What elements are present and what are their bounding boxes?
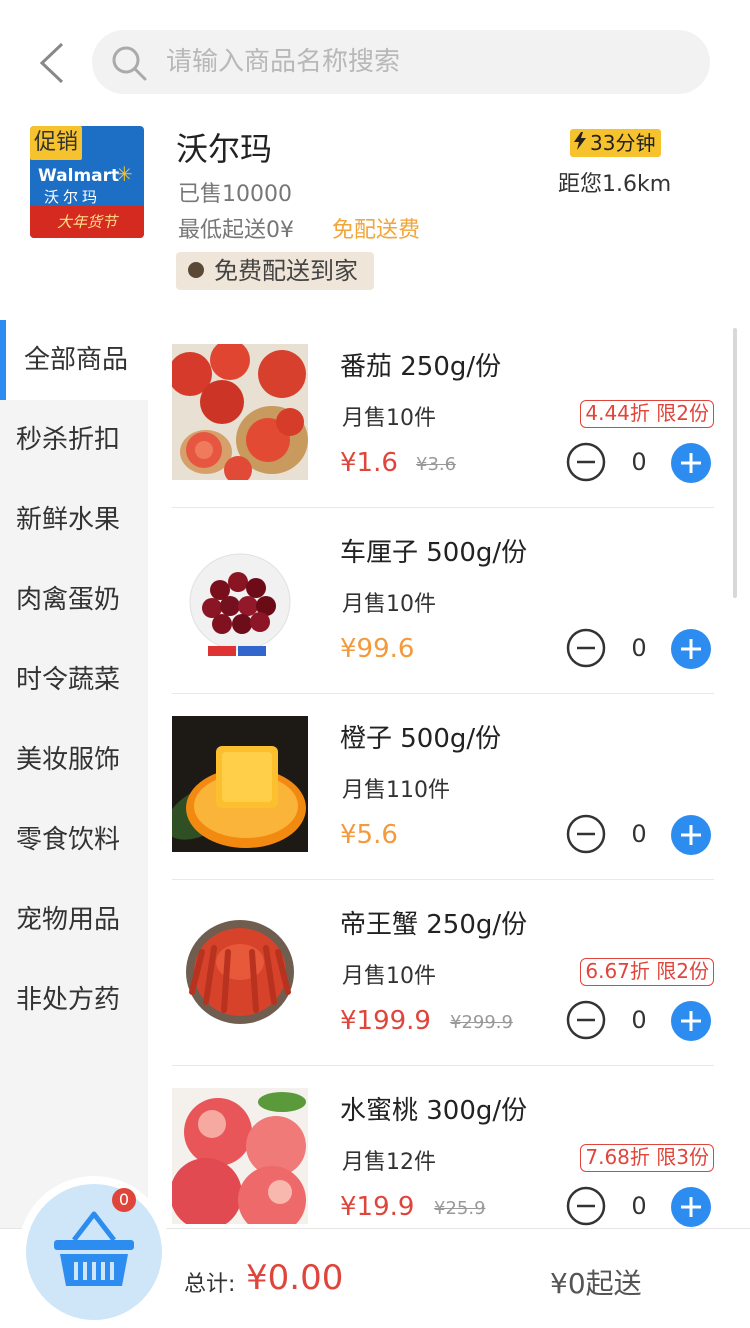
discount-tag: 4.44折 限2份 (580, 400, 714, 428)
increase-quantity-button[interactable] (670, 1186, 712, 1228)
discount-tag: 6.67折 限2份 (580, 958, 714, 986)
store-distance: 距您1.6km (558, 172, 672, 197)
search-icon (110, 44, 148, 82)
logo-brand-cn-text: 沃尔玛 (44, 188, 102, 206)
minus-icon (566, 1000, 606, 1040)
minus-icon (566, 628, 606, 668)
total-label: 总计: (184, 1272, 236, 1297)
cart-button[interactable] (18, 1176, 170, 1328)
cart-count-badge: 0 (112, 1188, 136, 1212)
decrease-quantity-button[interactable] (566, 628, 606, 668)
category-item-fruit[interactable]: 新鲜水果 (0, 480, 148, 560)
product-original-price: ¥3.6 (416, 454, 457, 475)
product-item[interactable]: 番茄 250g/份 月售10件 4.44折 限2份 ¥1.6 ¥3.6 0 (172, 322, 714, 508)
product-name: 橙子 500g/份 (340, 724, 502, 754)
plus-icon (671, 1001, 711, 1041)
basket-icon (54, 1211, 134, 1286)
discount-tag: 7.68折 限3份 (580, 1144, 714, 1172)
delivery-time-text: 33分钟 (590, 131, 656, 155)
king-crab-image (172, 902, 308, 1038)
decrease-quantity-button[interactable] (566, 814, 606, 854)
badge-icon (188, 262, 204, 278)
product-monthly-sales: 月售10件 (342, 964, 436, 989)
increase-quantity-button[interactable] (670, 628, 712, 670)
delivery-fee-label: 免配送费 (332, 218, 421, 243)
product-price: ¥99.6 (340, 634, 415, 664)
product-price: ¥199.9 (340, 1006, 431, 1036)
increase-quantity-button[interactable] (670, 814, 712, 856)
quantity-value: 0 (631, 448, 647, 476)
category-item-vegetables[interactable]: 时令蔬菜 (0, 640, 148, 720)
peach-image (172, 1088, 308, 1224)
plus-icon (671, 629, 711, 669)
product-monthly-sales: 月售12件 (342, 1150, 436, 1175)
product-monthly-sales: 月售10件 (342, 592, 436, 617)
product-name: 车厘子 500g/份 (340, 538, 528, 568)
product-original-price: ¥25.9 (434, 1198, 486, 1219)
plus-icon (671, 815, 711, 855)
plus-icon (671, 1187, 711, 1227)
orange-image (172, 716, 308, 852)
product-item[interactable]: 帝王蟹 250g/份 月售10件 6.67折 限2份 ¥199.9 ¥299.9… (172, 880, 714, 1066)
decrease-quantity-button[interactable] (566, 1000, 606, 1040)
category-item-meat-dairy[interactable]: 肉禽蛋奶 (0, 560, 148, 640)
logo-banner-text: 大年货节 (30, 206, 144, 238)
product-name: 番茄 250g/份 (340, 352, 502, 382)
product-item[interactable]: 车厘子 500g/份 月售10件 ¥99.6 0 (172, 508, 714, 694)
promo-tag: 促销 (30, 126, 83, 160)
free-delivery-text: 免费配送到家 (214, 257, 358, 285)
quantity-value: 0 (631, 1192, 647, 1220)
category-item-all[interactable]: 全部商品 (0, 320, 148, 400)
scrollbar[interactable] (733, 328, 737, 598)
lightning-icon (574, 129, 586, 157)
increase-quantity-button[interactable] (670, 1000, 712, 1042)
free-delivery-tag: 免费配送到家 (176, 252, 374, 290)
category-item-flash-sale[interactable]: 秒杀折扣 (0, 400, 148, 480)
category-item-otc-medicine[interactable]: 非处方药 (0, 960, 148, 1040)
minus-icon (566, 442, 606, 482)
cherry-image (172, 530, 308, 666)
store-logo: Walmart ✳ 沃尔玛 大年货节 促销 (30, 126, 144, 238)
minus-icon (566, 1186, 606, 1226)
search-bar[interactable]: 请输入商品名称搜索 (92, 30, 710, 94)
category-item-snacks-drinks[interactable]: 零食饮料 (0, 800, 148, 880)
search-input[interactable]: 请输入商品名称搜索 (166, 44, 400, 80)
quantity-value: 0 (631, 634, 647, 662)
walmart-spark-icon: ✳ (116, 162, 133, 186)
increase-quantity-button[interactable] (670, 442, 712, 484)
category-item-beauty-apparel[interactable]: 美妆服饰 (0, 720, 148, 800)
store-sold-count: 已售10000 (178, 182, 292, 207)
decrease-quantity-button[interactable] (566, 442, 606, 482)
minus-icon (566, 814, 606, 854)
logo-brand-text: Walmart (38, 166, 120, 186)
product-monthly-sales: 月售10件 (342, 406, 436, 431)
product-name: 帝王蟹 250g/份 (340, 910, 528, 940)
back-icon[interactable] (34, 40, 74, 86)
product-monthly-sales: 月售110件 (342, 778, 450, 803)
category-sidebar: 全部商品 秒杀折扣 新鲜水果 肉禽蛋奶 时令蔬菜 美妆服饰 零食饮料 宠物用品 … (0, 320, 148, 1320)
product-original-price: ¥299.9 (450, 1012, 513, 1033)
cart-circle (26, 1184, 162, 1320)
total-value: ¥0.00 (246, 1258, 344, 1298)
tomato-image (172, 344, 308, 480)
product-price: ¥19.9 (340, 1192, 415, 1222)
delivery-time-badge: 33分钟 (570, 129, 662, 157)
store-min-order: 最低起送0¥ (178, 218, 294, 243)
product-price: ¥1.6 (340, 448, 398, 478)
product-price: ¥5.6 (340, 820, 398, 850)
quantity-value: 0 (631, 1006, 647, 1034)
checkout-button[interactable]: ¥0起送 (550, 1262, 642, 1302)
category-item-pet[interactable]: 宠物用品 (0, 880, 148, 960)
plus-icon (671, 443, 711, 483)
product-name: 水蜜桃 300g/份 (340, 1096, 528, 1126)
quantity-value: 0 (631, 820, 647, 848)
decrease-quantity-button[interactable] (566, 1186, 606, 1226)
store-name: 沃尔玛 (176, 130, 273, 168)
product-item[interactable]: 橙子 500g/份 月售110件 ¥5.6 0 (172, 694, 714, 880)
product-item[interactable]: 水蜜桃 300g/份 月售12件 7.68折 限3份 ¥19.9 ¥25.9 0 (172, 1066, 714, 1252)
